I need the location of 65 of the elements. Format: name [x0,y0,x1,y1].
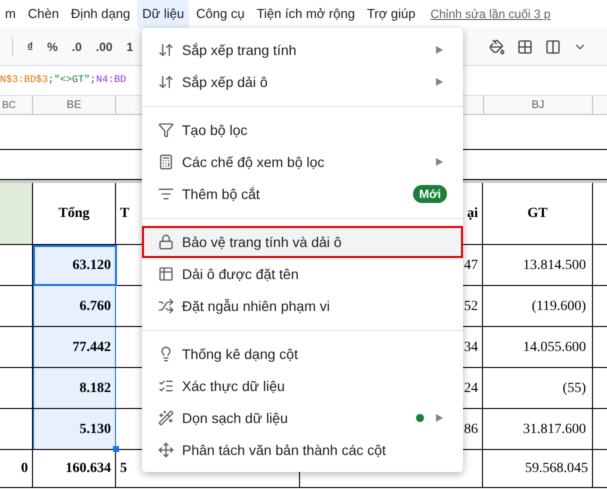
menu-item[interactable]: Bảo vệ trang tính và dải ô [142,226,463,258]
table-cell: 77.442 [33,327,116,367]
menu-item-label: Tạo bộ lọc [182,120,248,140]
lock-icon [158,234,174,250]
menu-item[interactable]: Sắp xếp dải ô [142,66,463,98]
menu-item-label: Dải ô được đặt tên [182,264,300,284]
header-cell: GT [483,183,593,244]
toolbar-button[interactable]: .0 [72,38,82,56]
fill-handle[interactable] [113,446,119,452]
menu-item-label: Thống kê dạng cột [182,344,299,364]
column-header: BJ [483,96,593,114]
table-cell: 8.182 [33,368,116,408]
menu-bar-item[interactable]: Công cụ [191,0,250,28]
toolbar-button[interactable]: .00 [96,38,113,56]
sort-icon [158,42,174,58]
toolbar-button[interactable]: % [47,38,58,56]
menu-item-label: Sắp xếp trang tính [182,40,298,60]
fill-color-icon[interactable] [489,38,505,54]
filter-lines-icon [158,186,174,202]
menu-item-label: Dọn sạch dữ liệu [182,408,289,428]
table-cell: 13.814.500 [483,245,593,285]
table-cell: (119.600) [483,286,593,326]
menu-item-label: Thêm bộ cắt [182,184,261,204]
menu-item[interactable]: Các chế độ xem bộ lọc [142,146,463,178]
formula-text: N$3:BD$3 [0,74,48,88]
header-cell: Tổng [33,183,116,244]
formula-text: N4:BD [96,74,126,88]
column-header: BC [0,96,33,114]
new-badge: Mới [413,185,447,203]
menu-bar-item[interactable]: Tiện ích mở rộng [252,0,360,28]
wand-icon [158,410,174,426]
menu-item[interactable]: Sắp xếp trang tính [142,34,463,66]
menu-bar-item[interactable]: Trợ giúp [362,0,420,28]
table-cell: 160.634 [33,450,116,487]
menu-bar-item[interactable]: Dữ liệu [137,0,190,28]
table-icon [158,266,174,282]
table-cell: 31.817.600 [483,409,593,449]
toolbar-button[interactable]: 1 [126,38,134,56]
menu-item-label: Các chế độ xem bộ lọc [182,152,326,172]
column-header: BE [33,96,116,114]
menu-item-label: Xác thực dữ liệu [182,376,286,396]
borders-icon[interactable] [517,38,533,54]
menu-bar-item[interactable]: Chèn [22,0,64,28]
menu-bar-item[interactable]: m [0,0,21,28]
formula-text: ; [48,74,54,88]
move-icon [158,442,174,458]
filter-icon [158,122,174,138]
table-cell: 0 [0,450,33,487]
shuffle-icon [158,298,174,314]
grid-icon [158,154,174,170]
formula-text: "<>GT" [54,74,90,88]
table-cell: 5.130 [33,409,116,449]
sort-icon [158,74,174,90]
checklist-icon [158,378,174,394]
last-edit-link[interactable]: Chỉnh sửa lần cuối 3 p [430,5,551,23]
toolbar-button[interactable]: ₫ [27,38,34,56]
menu-item-label: Sắp xếp dải ô [182,72,269,92]
table-cell: 59.568.045 [483,450,593,487]
menu-bar-item[interactable]: Định dạng [66,0,136,28]
merge-icon[interactable] [545,38,561,54]
table-cell: (55) [483,368,593,408]
table-cell: 14.055.600 [483,327,593,367]
formula-text: ; [90,74,96,88]
menu-item[interactable]: Tạo bộ lọc [142,114,463,146]
table-cell: 6.760 [33,286,116,326]
